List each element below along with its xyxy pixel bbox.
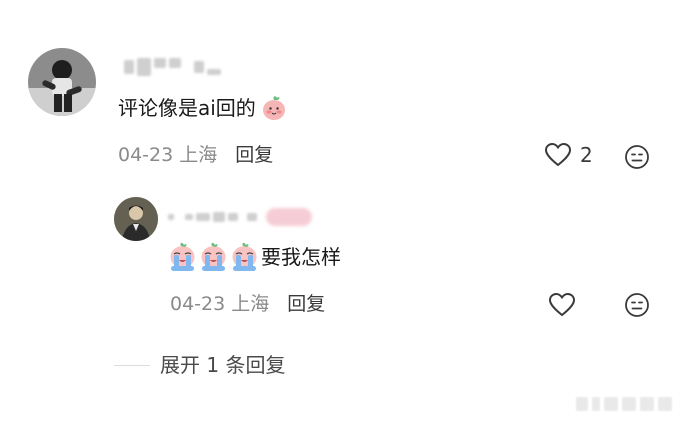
peach-face-emoji-icon (260, 94, 288, 122)
replier-name-blurred[interactable] (168, 208, 312, 226)
comment-like-count: 2 (580, 143, 593, 167)
reply-like-button[interactable] (548, 292, 576, 318)
expand-divider (114, 365, 150, 366)
replier-avatar[interactable] (114, 197, 158, 241)
heart-icon (544, 142, 572, 168)
watermark-blurred (576, 397, 672, 411)
neutral-face-icon (624, 292, 650, 318)
neutral-face-icon (624, 144, 650, 170)
reply-reply-button[interactable]: 回复 (287, 295, 325, 314)
reply-date: 04-23 (170, 293, 226, 315)
commenter-name-blurred[interactable] (124, 58, 221, 76)
comment-text: 评论像是ai回的 (118, 96, 256, 120)
reply-dislike-button[interactable] (624, 292, 650, 318)
expand-replies-button[interactable]: 展开 1 条回复 (160, 355, 285, 375)
comment-reply-button[interactable]: 回复 (235, 146, 273, 165)
comment-date: 04-23 (118, 144, 174, 166)
heart-icon (548, 292, 576, 318)
reply-location: 上海 (231, 293, 270, 315)
comment-like-button[interactable]: 2 (544, 142, 593, 168)
commenter-avatar[interactable] (28, 48, 96, 116)
crying-face-emoji-icon (168, 242, 259, 272)
reply-text: 要我怎样 (261, 245, 341, 269)
comment-location: 上海 (179, 144, 218, 166)
comment-dislike-button[interactable] (624, 144, 650, 170)
